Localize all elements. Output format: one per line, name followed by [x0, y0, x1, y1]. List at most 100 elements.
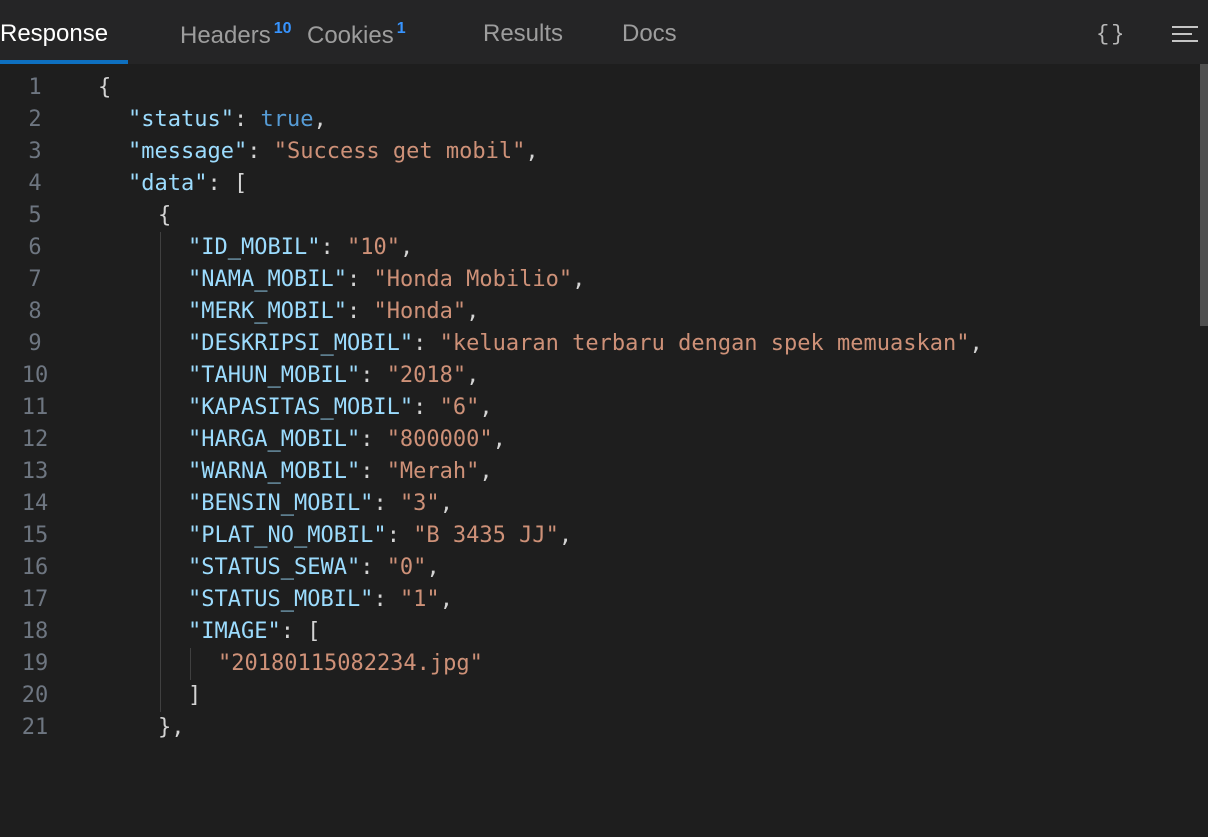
- json-punctuation: ,: [969, 331, 983, 356]
- code-line: 20]: [0, 680, 1200, 712]
- line-number: 6: [28, 235, 42, 260]
- code-line: 5{: [0, 200, 1200, 232]
- json-key: "message": [128, 139, 248, 164]
- json-punctuation: ,: [479, 395, 493, 420]
- code-text: "TAHUN_MOBIL": "2018",: [188, 360, 479, 392]
- tab-response[interactable]: Response: [0, 20, 108, 48]
- json-key: "HARGA_MOBIL": [188, 427, 361, 452]
- json-punctuation: ,: [466, 299, 480, 324]
- json-key: "STATUS_MOBIL": [188, 587, 374, 612]
- menu-button[interactable]: [1172, 26, 1198, 44]
- code-text: "WARNA_MOBIL": "Merah",: [188, 456, 493, 488]
- json-punctuation: :: [247, 139, 274, 164]
- tab-cookies[interactable]: Cookies 1: [307, 20, 406, 50]
- code-line: 4 "data": [: [0, 168, 1200, 200]
- code-text: },: [158, 712, 185, 744]
- tab-response-label: Response: [0, 20, 109, 47]
- code-line: 1{: [0, 72, 1200, 104]
- json-key: "KAPASITAS_MOBIL": [188, 395, 414, 420]
- json-string: "20180115082234.jpg": [218, 651, 483, 676]
- code-line: 9 "DESKRIPSI_MOBIL": "keluaran terbaru de…: [0, 328, 1200, 360]
- json-string: "10": [346, 235, 400, 260]
- json-string: "Honda": [373, 299, 467, 324]
- tab-docs-label: Docs: [622, 20, 677, 47]
- code-text: "20180115082234.jpg": [218, 648, 483, 680]
- code-text: "NAMA_MOBIL": "Honda Mobilio",: [188, 264, 585, 296]
- json-punctuation: ,: [399, 235, 414, 260]
- code-line: 16 "STATUS_SEWA": "0",: [0, 552, 1200, 584]
- json-punctuation: :: [373, 491, 400, 516]
- json-punctuation: ,: [439, 491, 453, 516]
- json-punctuation: :: [360, 555, 387, 580]
- json-punctuation: ,: [426, 555, 440, 580]
- code-text: "message": "Success get mobil",: [128, 136, 539, 168]
- json-punctuation: :: [233, 107, 261, 132]
- code-line: 11 "KAPASITAS_MOBIL": "6",: [0, 392, 1200, 424]
- json-punctuation: ,: [313, 107, 327, 132]
- code-line: 10 "TAHUN_MOBIL": "2018",: [0, 360, 1200, 392]
- line-number: 12: [21, 427, 49, 452]
- line-number: 18: [21, 619, 49, 644]
- code-line: 19 "20180115082234.jpg": [0, 648, 1200, 680]
- response-tab-bar: Response Headers 10 Cookies 1 Results Docs…: [0, 0, 1208, 64]
- format-json-button[interactable]: {}: [1096, 22, 1126, 47]
- indent-guide: [190, 648, 191, 680]
- json-punctuation: ,: [479, 459, 493, 484]
- code-text: {: [158, 200, 171, 232]
- tab-results[interactable]: Results: [483, 20, 563, 48]
- code-text: ]: [188, 680, 201, 712]
- line-number: 8: [28, 299, 42, 324]
- code-text: "ID_MOBIL": "10",: [188, 232, 413, 264]
- json-punctuation: {: [98, 75, 112, 100]
- code-text: "KAPASITAS_MOBIL": "6",: [188, 392, 493, 424]
- scrollbar-thumb[interactable]: [1200, 64, 1208, 326]
- json-key: "status": [128, 107, 234, 132]
- tab-headers-count-badge: 10: [273, 20, 292, 37]
- line-number: 2: [28, 107, 42, 132]
- tab-cookies-count-badge: 1: [396, 20, 406, 37]
- line-number: 21: [21, 715, 49, 740]
- line-number: 7: [28, 267, 42, 292]
- json-punctuation: :: [373, 587, 400, 612]
- line-number: 10: [21, 363, 49, 388]
- line-number: 16: [21, 555, 49, 580]
- code-text: "STATUS_SEWA": "0",: [188, 552, 440, 584]
- json-punctuation: :: [386, 523, 414, 548]
- json-punctuation: ,: [466, 363, 480, 388]
- code-line: 8 "MERK_MOBIL": "Honda",: [0, 296, 1200, 328]
- json-string: "B 3435 JJ": [413, 523, 559, 548]
- json-punctuation: ,: [492, 427, 506, 452]
- json-punctuation: :: [413, 395, 440, 420]
- code-text: {: [98, 72, 111, 104]
- code-line: 18 "IMAGE": [: [0, 616, 1200, 648]
- json-punctuation: :: [360, 459, 387, 484]
- tab-cookies-label: Cookies: [307, 22, 394, 49]
- response-body-editor[interactable]: 1{2 "status": true, 3 "message": "Success g…: [0, 64, 1208, 837]
- line-number: 1: [28, 75, 42, 100]
- tab-docs[interactable]: Docs: [622, 20, 677, 48]
- json-punctuation: ,: [558, 523, 573, 548]
- json-punctuation: : [: [280, 619, 321, 644]
- code-text: "MERK_MOBIL": "Honda",: [188, 296, 479, 328]
- json-punctuation: :: [360, 363, 387, 388]
- json-string: "2018": [386, 363, 467, 388]
- tab-headers[interactable]: Headers 10: [180, 20, 292, 50]
- json-punctuation: :: [413, 331, 440, 356]
- json-key: "WARNA_MOBIL": [188, 459, 361, 484]
- json-key: "BENSIN_MOBIL": [188, 491, 374, 516]
- json-punctuation: : [: [207, 171, 248, 196]
- line-number: 5: [28, 203, 42, 228]
- line-number: 17: [21, 587, 49, 612]
- json-string: "3": [399, 491, 440, 516]
- json-string: "800000": [386, 427, 493, 452]
- json-punctuation: {: [158, 203, 172, 228]
- json-boolean: true: [260, 107, 314, 132]
- code-text: "status": true,: [128, 104, 327, 136]
- code-line: 21},: [0, 712, 1200, 744]
- line-number: 20: [21, 683, 49, 708]
- line-number: 14: [21, 491, 49, 516]
- code-line: 6 "ID_MOBIL": "10",: [0, 232, 1200, 264]
- code-text: "STATUS_MOBIL": "1",: [188, 584, 453, 616]
- vertical-scrollbar[interactable]: [1200, 64, 1208, 837]
- json-string: "Merah": [386, 459, 480, 484]
